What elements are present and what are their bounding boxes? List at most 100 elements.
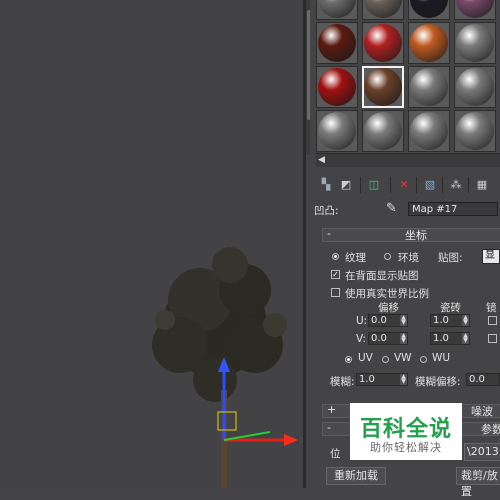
texture-radio[interactable] xyxy=(332,253,339,260)
slot-1-4[interactable] xyxy=(454,0,496,20)
bump-label: 凹凸: xyxy=(314,205,339,217)
reset-map-icon[interactable]: ✕ xyxy=(396,176,412,192)
material-sphere xyxy=(364,0,402,18)
put-to-scene-icon[interactable]: ◩ xyxy=(338,176,354,192)
material-sphere xyxy=(456,0,494,18)
assign-to-selection-icon[interactable]: ◫ xyxy=(366,176,382,192)
u-label: U: xyxy=(356,315,368,327)
v-label: V: xyxy=(356,333,366,345)
u-offset-value: 0.0 xyxy=(371,315,387,326)
material-sphere xyxy=(318,0,356,18)
spinner-arrows-icon[interactable]: ▲ ▼ xyxy=(400,374,407,385)
expand-icon: + xyxy=(327,403,337,416)
coordinates-title: 坐标 xyxy=(405,229,427,242)
v-offset-spinner[interactable]: 0.0 ▲ ▼ xyxy=(368,332,408,345)
slot-1-3[interactable] xyxy=(408,0,450,20)
show-map-on-back-label: 在背面显示贴图 xyxy=(345,270,419,282)
texture-label: 纹理 xyxy=(345,252,366,264)
environ-label: 环境 xyxy=(398,252,419,264)
uv-label: UV xyxy=(358,352,373,364)
material-sphere xyxy=(318,24,356,62)
slot-2-2[interactable] xyxy=(362,22,404,64)
blur-value: 1.0 xyxy=(359,374,375,385)
blur-spinner[interactable]: 1.0 ▲ ▼ xyxy=(356,373,408,386)
material-sphere xyxy=(318,112,356,150)
vw-radio[interactable] xyxy=(382,356,389,363)
material-sphere xyxy=(410,112,448,150)
tree-foliage xyxy=(152,247,287,402)
eyedropper-icon[interactable]: ✎ xyxy=(386,201,397,216)
v-tiling-spinner[interactable]: 1.0 ▲ ▼ xyxy=(430,332,470,345)
material-sphere xyxy=(456,24,494,62)
show-map-on-back-checkbox[interactable]: ✓ xyxy=(331,270,340,279)
slot-4-3[interactable] xyxy=(408,110,450,152)
material-sphere xyxy=(456,112,494,150)
blur-offset-label: 模糊偏移: xyxy=(415,376,461,388)
coordinates-rollout-header[interactable]: - 坐标 xyxy=(322,227,500,242)
slot-nav-strip[interactable]: ◀ xyxy=(316,153,500,167)
uv-radio[interactable] xyxy=(345,356,352,363)
material-sphere xyxy=(410,24,448,62)
wu-radio[interactable] xyxy=(420,356,427,363)
u-tiling-spinner[interactable]: 1.0 ▲ ▼ xyxy=(430,314,470,327)
slot-2-3[interactable] xyxy=(408,22,450,64)
u-offset-spinner[interactable]: 0.0 ▲ ▼ xyxy=(368,314,408,327)
v-mirror-checkbox[interactable] xyxy=(488,334,497,343)
map-name-input[interactable]: Map #17 xyxy=(408,202,498,216)
slot-3-3[interactable] xyxy=(408,66,450,108)
slot-3-2[interactable] xyxy=(362,66,404,108)
v-tiling-value: 1.0 xyxy=(433,333,449,344)
slot-3-4[interactable] xyxy=(454,66,496,108)
spinner-arrows-icon[interactable]: ▲ ▼ xyxy=(462,333,469,344)
material-sphere xyxy=(456,68,494,106)
bitmap-label: 位 xyxy=(330,448,341,460)
blur-label: 模糊: xyxy=(330,376,355,388)
get-material-icon[interactable]: ▚ xyxy=(318,176,334,192)
blur-offset-spinner[interactable]: 0.0 xyxy=(466,373,500,386)
toolbar-separator xyxy=(390,177,391,193)
put-to-library-icon[interactable]: ▦ xyxy=(474,176,490,192)
spinner-arrows-icon[interactable]: ▲ ▼ xyxy=(462,315,469,326)
spinner-arrows-icon[interactable]: ▲ ▼ xyxy=(400,333,407,344)
material-toolbar: ▚ ◩ ◫ ✕ ▧ ⁂ ▦ xyxy=(316,176,500,196)
toolbar-separator xyxy=(416,177,417,193)
material-sphere xyxy=(410,68,448,106)
slot-4-4[interactable] xyxy=(454,110,496,152)
slot-2-4[interactable] xyxy=(454,22,496,64)
watermark-subtitle: 助你轻松解决 xyxy=(370,441,442,454)
u-mirror-checkbox[interactable] xyxy=(488,316,497,325)
v-offset-value: 0.0 xyxy=(371,333,387,344)
spinner-arrows-icon[interactable]: ▲ ▼ xyxy=(400,315,407,326)
tiling-header: 瓷砖 xyxy=(440,302,461,314)
material-sphere xyxy=(364,112,402,150)
slot-1-2[interactable] xyxy=(362,0,404,20)
sample-slots xyxy=(316,0,500,152)
copy-material-icon[interactable]: ▧ xyxy=(422,176,438,192)
bitmap-params-title: 参数 xyxy=(481,423,500,436)
vw-label: VW xyxy=(394,352,412,364)
slot-1-1[interactable] xyxy=(316,0,358,20)
crop-place-button[interactable]: 裁剪/放置 xyxy=(456,467,500,498)
environ-radio[interactable] xyxy=(384,253,391,260)
mapping-dropdown[interactable]: 显 xyxy=(482,249,500,264)
tree-model[interactable] xyxy=(0,0,303,488)
viewport[interactable] xyxy=(0,0,303,488)
material-sphere xyxy=(364,68,402,106)
mapping-label: 贴图: xyxy=(438,252,463,264)
material-sphere xyxy=(318,68,356,106)
blur-offset-value: 0.0 xyxy=(469,374,485,385)
real-world-scale-checkbox[interactable] xyxy=(331,288,340,297)
slot-2-1[interactable] xyxy=(316,22,358,64)
collapse-icon: - xyxy=(327,421,331,434)
material-sphere xyxy=(364,24,402,62)
u-tiling-value: 1.0 xyxy=(433,315,449,326)
reload-button[interactable]: 重新加载 xyxy=(326,467,386,485)
slot-4-2[interactable] xyxy=(362,110,404,152)
scroll-left-icon[interactable]: ◀ xyxy=(318,155,325,165)
make-unique-icon[interactable]: ⁂ xyxy=(448,176,464,192)
slot-3-1[interactable] xyxy=(316,66,358,108)
watermark: 百科全说 助你轻松解决 xyxy=(350,403,462,460)
slot-4-1[interactable] xyxy=(316,110,358,152)
bitmap-path-button[interactable]: \2013 xyxy=(464,443,500,461)
material-sphere xyxy=(410,0,448,18)
